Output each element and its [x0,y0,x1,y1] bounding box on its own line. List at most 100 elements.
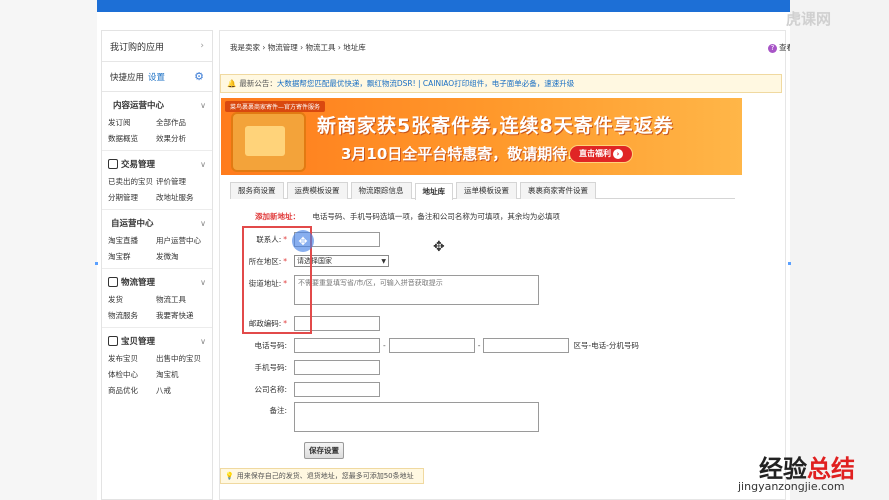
sidebar-item[interactable]: 改地址服务 [156,192,212,203]
sidebar-section-logistics: 物流管理 ∨ 发货 物流工具 物流服务 我要寄快递 [102,269,212,328]
tab-address-book[interactable]: 地址库 [414,183,453,200]
sidebar-item[interactable]: 出售中的宝贝 [156,353,212,364]
logistics-icon [108,277,118,287]
save-settings-button[interactable]: 保存设置 [304,442,344,459]
sidebar-item[interactable]: 效果分析 [156,133,212,144]
remark-row: 备注: [230,402,539,432]
section-title: 自运营中心 [111,219,154,229]
sidebar-apps-header[interactable]: 我订购的应用 › [102,31,212,62]
sidebar-item[interactable]: 我要寄快递 [156,310,212,321]
sidebar-item[interactable]: 物流服务 [108,310,156,321]
announcement-bar: 🔔 最新公告： 大数据帮您匹配最优快递，飘红物流DSR! | CAINIAO打印… [220,74,782,93]
remark-label: 备注: [269,406,287,415]
watermark-logo: 经验总结 [759,455,855,483]
tab-merchant-shipping[interactable]: 裹裹商家寄件设置 [520,182,596,199]
company-label: 公司名称: [254,385,287,394]
banner-subline: 3月10日全平台特惠寄，敬请期待... [341,145,585,163]
arrow-right-icon: › [613,149,623,159]
announcement-link[interactable]: 大数据帮您匹配最优快递，飘红物流DSR! | CAINIAO打印组件，电子面单必… [277,78,574,89]
mobile-row: 手机号码: [230,360,380,375]
top-bar [97,0,790,12]
chevron-down-icon: ▼ [381,257,386,265]
tab-bar: 服务商设置 运费模板设置 物流跟踪信息 地址库 运单模板设置 裹裹商家寄件设置 [230,182,735,200]
sidebar-item[interactable]: 淘宝直播 [108,235,156,246]
section-header[interactable]: 交易管理 ∨ [108,156,206,172]
promo-banner[interactable]: 菜鸟裹裹商家寄件—官方寄件服务 新商家获5张寄件券,连续8天寄件享返券 3月10… [221,98,742,175]
sidebar-item[interactable]: 评价管理 [156,176,212,187]
phone-area-code-input[interactable] [294,338,380,353]
right-background [790,0,889,500]
section-header[interactable]: 物流管理 ∨ [108,274,206,290]
tab-service-provider[interactable]: 服务商设置 [230,182,284,199]
company-row: 公司名称: [230,382,380,397]
sidebar-item[interactable]: 用户运营中心 [156,235,212,246]
phone-format-hint: 区号-电话-分机号码 [573,341,639,350]
section-header[interactable]: 自运营中心 ∨ [108,215,206,231]
delivery-truck-illustration [231,112,306,172]
mobile-input[interactable] [294,360,380,375]
section-title: 宝贝管理 [121,337,156,347]
tab-tracking[interactable]: 物流跟踪信息 [350,182,412,199]
chevron-down-icon: ∨ [200,218,206,228]
sidebar-item[interactable]: 商品优化 [108,385,156,396]
sidebar-item[interactable]: 淘宝机 [156,369,212,380]
quick-apps-settings-link[interactable]: 设置 [148,71,165,83]
resize-handle[interactable] [95,262,98,265]
sidebar-item[interactable]: 发货 [108,294,156,305]
remark-textarea[interactable] [294,402,539,432]
dash-separator: - [383,341,386,350]
sidebar-item[interactable]: 发订阅 [108,117,156,128]
sidebar-item[interactable]: 八戒 [156,385,212,396]
chevron-down-icon: ∨ [200,277,206,287]
form-title: 添加新地址： [255,212,300,221]
section-header[interactable]: 内容运营中心 ∨ [108,97,206,113]
bulb-icon: 💡 [225,472,234,480]
sidebar-section-trade: 交易管理 ∨ 已卖出的宝贝 评价管理 分期管理 改地址服务 [102,151,212,210]
chevron-down-icon: ∨ [200,100,206,110]
sidebar-item[interactable]: 发布宝贝 [108,353,156,364]
resize-handle[interactable] [788,262,791,265]
goods-icon [108,336,118,346]
sidebar-quick-apps: 快捷应用 设置 ⚙ [102,62,212,92]
banner-headline: 新商家获5张寄件券,连续8天寄件享返券 [317,115,674,137]
chevron-down-icon: ∨ [200,336,206,346]
form-header: 添加新地址： 电话号码、手机号码选填一项，备注和公司名称为可填项，其余均为必填项 [255,211,560,222]
sidebar: 我订购的应用 › 快捷应用 设置 ⚙ 内容运营中心 ∨ 发订阅 全部作品 数据概… [101,30,213,500]
sidebar-item[interactable]: 数据概览 [108,133,156,144]
quick-apps-label: 快捷应用 [110,72,145,83]
street-textarea[interactable]: 不需要重复填写省/市/区，可输入拼音获取提示 [294,275,539,305]
section-title: 内容运营中心 [113,101,165,111]
phone-row: 电话号码: - - 区号-电话-分机号码 [230,338,639,353]
gear-icon[interactable]: ⚙ [194,70,204,83]
sidebar-item[interactable]: 分期管理 [108,192,156,203]
left-background [0,0,97,500]
sidebar-item[interactable]: 物流工具 [156,294,212,305]
phone-number-input[interactable] [388,338,475,353]
sidebar-apps-title: 我订购的应用 [110,42,165,53]
clipboard-icon [108,159,118,169]
move-arrows-icon: ✥ [433,239,445,255]
watermark-top: 虎课网 [786,10,832,28]
breadcrumb[interactable]: 我是卖家 › 物流管理 › 物流工具 › 地址库 [230,42,366,53]
company-input[interactable] [294,382,380,397]
speaker-icon: 🔔 [227,79,237,88]
section-header[interactable]: 宝贝管理 ∨ [108,333,206,349]
chevron-down-icon: ∨ [200,159,206,169]
help-link[interactable]: ?查看帮助 [768,42,790,53]
sidebar-section-content: 内容运营中心 ∨ 发订阅 全部作品 数据概览 效果分析 [102,92,212,151]
tab-waybill-template[interactable]: 运单模板设置 [456,182,517,199]
form-instructions: 电话号码、手机号码选填一项，备注和公司名称为可填项，其余均为必填项 [312,212,560,221]
sidebar-item[interactable]: 全部作品 [156,117,212,128]
tab-freight-template[interactable]: 运费模板设置 [286,182,348,199]
sidebar-item[interactable]: 体检中心 [108,369,156,380]
sidebar-item[interactable]: 已卖出的宝贝 [108,176,156,187]
sidebar-section-goods: 宝贝管理 ∨ 发布宝贝 出售中的宝贝 体检中心 淘宝机 商品优化 八戒 [102,328,212,402]
sidebar-section-self-operation: 自运营中心 ∨ 淘宝直播 用户运营中心 淘宝群 发微淘 [102,210,212,269]
phone-extension-input[interactable] [483,338,570,353]
phone-label: 电话号码: [254,341,287,350]
banner-ribbon: 菜鸟裹裹商家寄件—官方寄件服务 [225,101,326,112]
sidebar-item[interactable]: 淘宝群 [108,251,156,262]
banner-cta-button[interactable]: 直击福利 › [569,145,633,163]
section-title: 物流管理 [121,278,156,288]
sidebar-item[interactable]: 发微淘 [156,251,212,262]
